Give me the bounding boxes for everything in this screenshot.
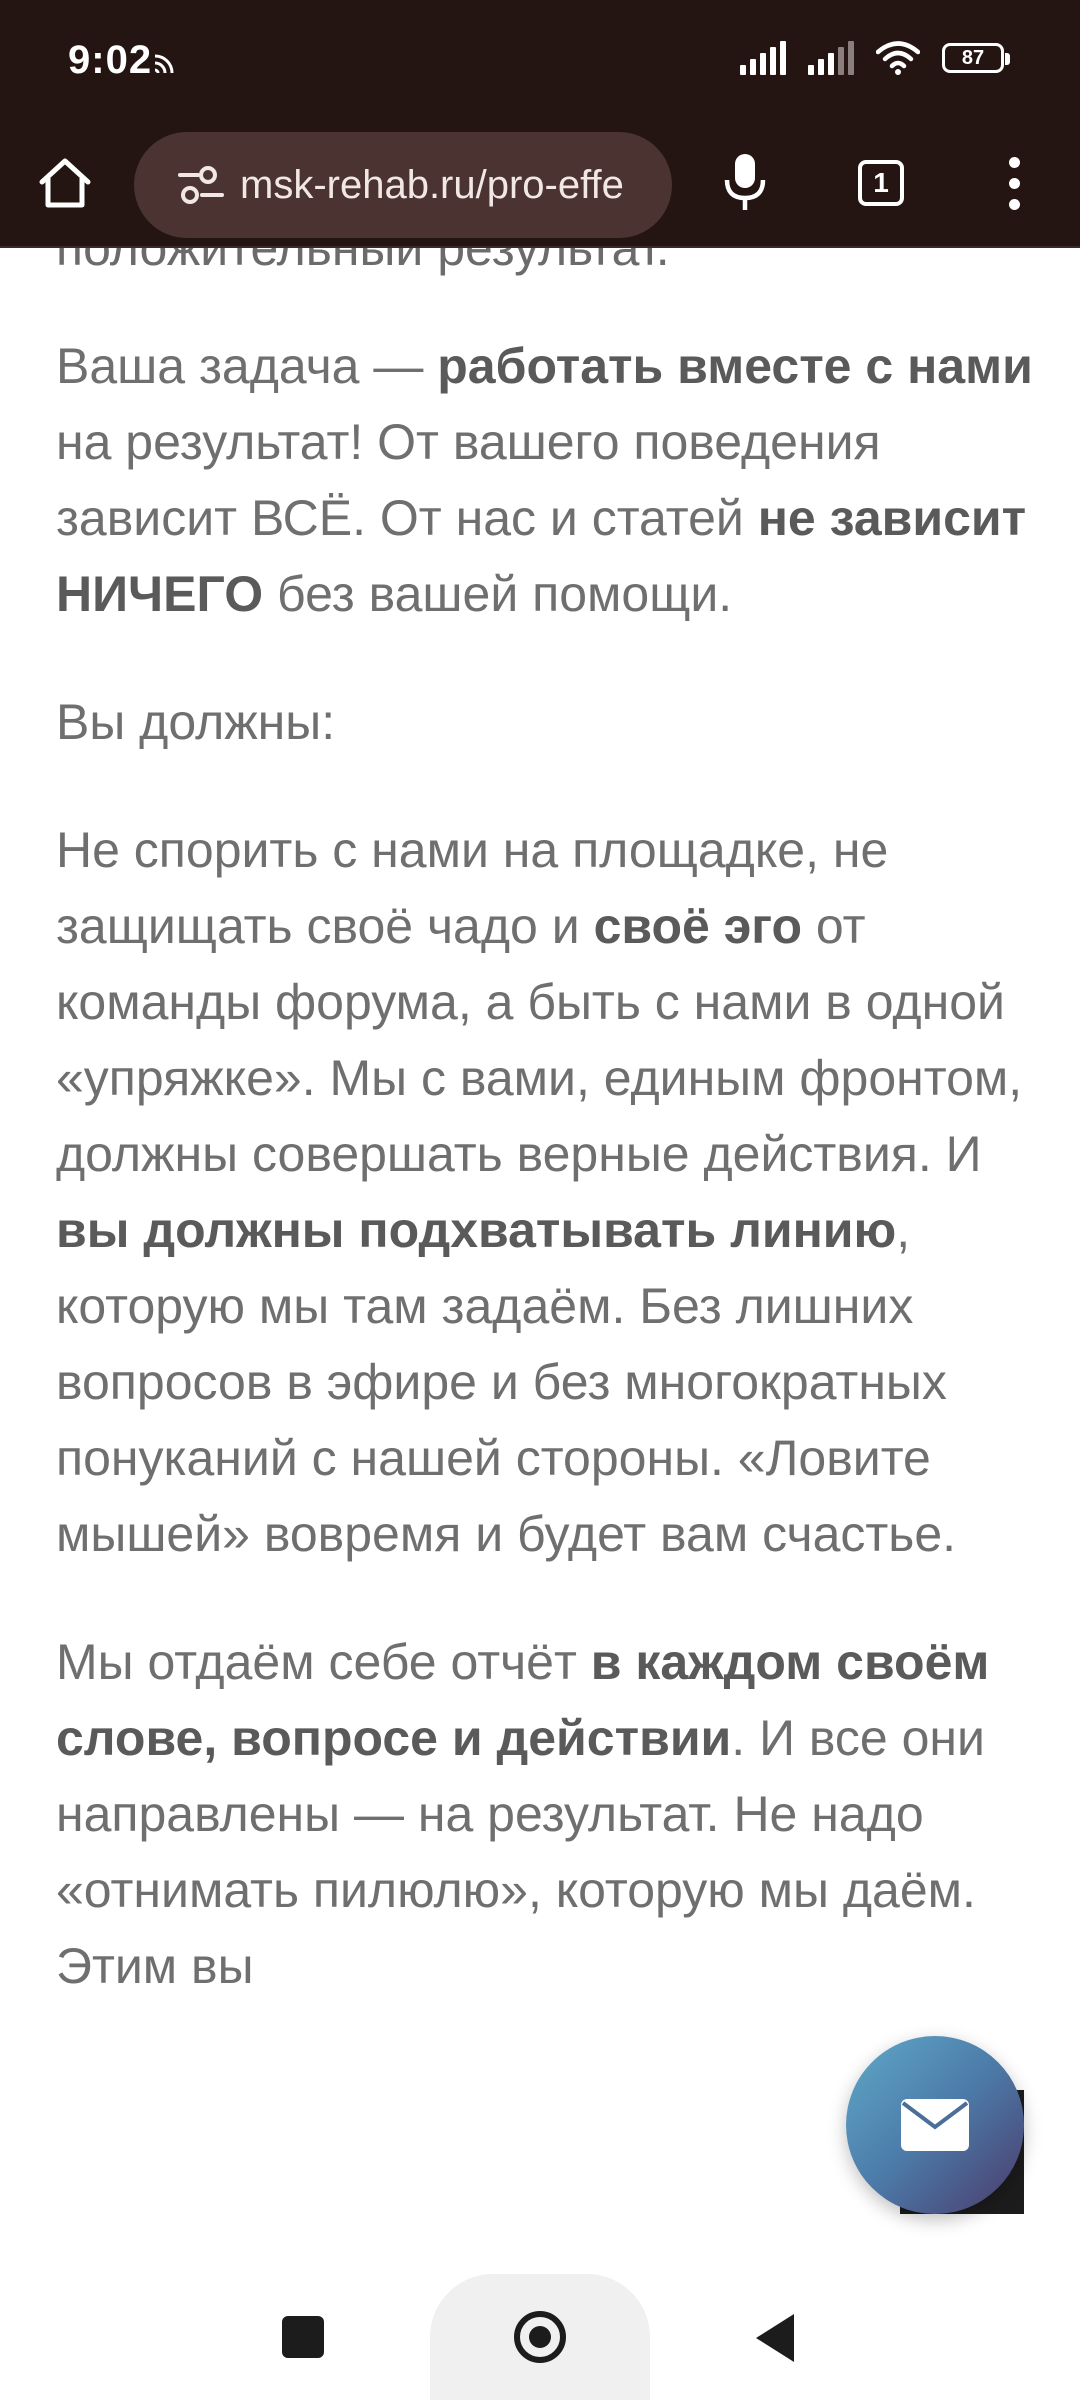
cast-icon (154, 54, 174, 74)
mic-icon (724, 154, 766, 210)
screen: 9:02 87 msk-rehab.ru/pro-effe 1 положите… (0, 0, 1080, 2400)
tabs-icon: 1 (858, 160, 904, 206)
signal-icon (740, 41, 786, 75)
home-circle-icon (514, 2311, 566, 2363)
home-button[interactable] (30, 148, 100, 218)
status-bar: 9:02 87 (0, 0, 1080, 120)
mail-icon (901, 2099, 969, 2151)
paragraph: Не спорить с нами на площадке, не защища… (56, 822, 1023, 1562)
partial-text-line: положительный результат. (56, 248, 670, 276)
mail-button[interactable] (846, 2036, 1024, 2214)
paragraph: Вы должны: (56, 694, 336, 750)
paragraph: Мы отдаём себе отчёт в каждом своём слов… (56, 1634, 990, 1994)
home-nav-button[interactable] (430, 2274, 650, 2400)
wifi-icon (876, 41, 920, 75)
home-icon (39, 158, 91, 208)
back-icon[interactable] (756, 2314, 794, 2362)
recent-apps-icon[interactable] (282, 2316, 324, 2358)
signal-icon (808, 41, 854, 75)
status-time: 9:02 (68, 38, 153, 82)
more-vert-icon[interactable] (994, 148, 1034, 218)
url-text: msk-rehab.ru/pro-effe (240, 162, 624, 207)
voice-search-button[interactable] (712, 148, 778, 218)
browser-toolbar: msk-rehab.ru/pro-effe 1 (0, 120, 1080, 248)
battery-level: 87 (961, 46, 985, 69)
tab-count: 1 (873, 167, 889, 198)
url-bar[interactable]: msk-rehab.ru/pro-effe (134, 132, 672, 238)
battery-icon: 87 (942, 43, 1010, 73)
tab-switcher-button[interactable]: 1 (852, 154, 910, 212)
site-settings-icon[interactable] (178, 165, 224, 205)
navigation-bar (0, 2268, 1080, 2400)
paragraph: Ваша задача — работать вместе с нами на … (56, 338, 1033, 622)
article-body: Ваша задача — работать вместе с нами на … (56, 328, 1036, 2056)
page-content[interactable]: положительный результат. Ваша задача — р… (0, 248, 1080, 2268)
status-icons: 87 (740, 38, 1010, 78)
